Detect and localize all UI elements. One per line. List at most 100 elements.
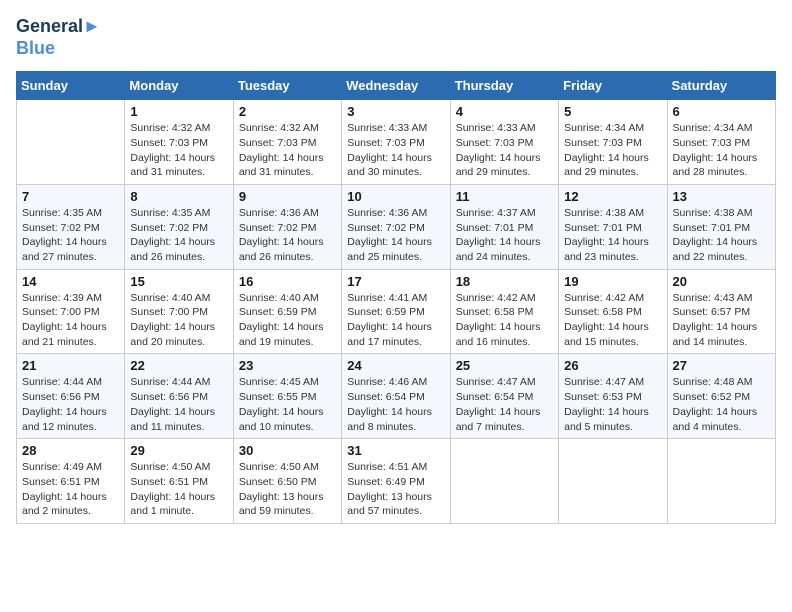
- day-number: 10: [347, 189, 444, 204]
- day-header-thursday: Thursday: [450, 72, 558, 100]
- calendar-cell: 18 Sunrise: 4:42 AM Sunset: 6:58 PM Dayli…: [450, 269, 558, 354]
- calendar-cell: 7 Sunrise: 4:35 AM Sunset: 7:02 PM Daylig…: [17, 184, 125, 269]
- day-number: 31: [347, 443, 444, 458]
- calendar-cell: 2 Sunrise: 4:32 AM Sunset: 7:03 PM Daylig…: [233, 100, 341, 185]
- day-number: 20: [673, 274, 770, 289]
- week-row-3: 14Sunrise: 4:39 AM Sunset: 7:00 PM Dayli…: [17, 269, 776, 354]
- day-number: 7: [22, 189, 119, 204]
- day-info: Sunrise: 4:32 AM Sunset: 7:03 PM Dayligh…: [130, 121, 227, 180]
- calendar-cell: 28 Sunrise: 4:49 AM Sunset: 6:51 PM Dayli…: [17, 439, 125, 524]
- calendar-table: SundayMondayTuesdayWednesdayThursdayFrid…: [16, 71, 776, 524]
- logo-subtext: Blue: [16, 38, 101, 60]
- calendar-cell: 21 Sunrise: 4:44 AM Sunset: 6:56 PM Dayli…: [17, 354, 125, 439]
- day-number: 23: [239, 358, 336, 373]
- day-header-friday: Friday: [559, 72, 667, 100]
- day-number: 11: [456, 189, 553, 204]
- calendar-cell: [559, 439, 667, 524]
- day-info: Sunrise: 4:40 AM Sunset: 7:00 PM Dayligh…: [130, 291, 227, 350]
- day-info: Sunrise: 4:49 AM Sunset: 6:51 PM Dayligh…: [22, 460, 119, 519]
- calendar-cell: 10Sunrise: 4:36 AM Sunset: 7:02 PM Dayli…: [342, 184, 450, 269]
- day-info: Sunrise: 4:35 AM Sunset: 7:02 PM Dayligh…: [130, 206, 227, 265]
- calendar-cell: 6Sunrise: 4:34 AM Sunset: 7:03 PM Daylig…: [667, 100, 775, 185]
- day-number: 30: [239, 443, 336, 458]
- day-number: 29: [130, 443, 227, 458]
- day-info: Sunrise: 4:42 AM Sunset: 6:58 PM Dayligh…: [564, 291, 661, 350]
- day-header-sunday: Sunday: [17, 72, 125, 100]
- day-info: Sunrise: 4:44 AM Sunset: 6:56 PM Dayligh…: [22, 375, 119, 434]
- day-info: Sunrise: 4:43 AM Sunset: 6:57 PM Dayligh…: [673, 291, 770, 350]
- day-number: 21: [22, 358, 119, 373]
- day-info: Sunrise: 4:33 AM Sunset: 7:03 PM Dayligh…: [347, 121, 444, 180]
- day-info: Sunrise: 4:46 AM Sunset: 6:54 PM Dayligh…: [347, 375, 444, 434]
- day-info: Sunrise: 4:42 AM Sunset: 6:58 PM Dayligh…: [456, 291, 553, 350]
- logo-text: General►: [16, 16, 101, 38]
- calendar-cell: 11 Sunrise: 4:37 AM Sunset: 7:01 PM Dayli…: [450, 184, 558, 269]
- calendar-cell: 8 Sunrise: 4:35 AM Sunset: 7:02 PM Daylig…: [125, 184, 233, 269]
- day-info: Sunrise: 4:37 AM Sunset: 7:01 PM Dayligh…: [456, 206, 553, 265]
- day-info: Sunrise: 4:44 AM Sunset: 6:56 PM Dayligh…: [130, 375, 227, 434]
- calendar-cell: 17Sunrise: 4:41 AM Sunset: 6:59 PM Dayli…: [342, 269, 450, 354]
- day-info: Sunrise: 4:50 AM Sunset: 6:50 PM Dayligh…: [239, 460, 336, 519]
- day-info: Sunrise: 4:35 AM Sunset: 7:02 PM Dayligh…: [22, 206, 119, 265]
- day-number: 19: [564, 274, 661, 289]
- day-number: 1: [130, 104, 227, 119]
- day-header-tuesday: Tuesday: [233, 72, 341, 100]
- day-number: 22: [130, 358, 227, 373]
- day-number: 3: [347, 104, 444, 119]
- day-info: Sunrise: 4:50 AM Sunset: 6:51 PM Dayligh…: [130, 460, 227, 519]
- calendar-cell: 22 Sunrise: 4:44 AM Sunset: 6:56 PM Dayli…: [125, 354, 233, 439]
- calendar-cell: 29 Sunrise: 4:50 AM Sunset: 6:51 PM Dayli…: [125, 439, 233, 524]
- day-number: 8: [130, 189, 227, 204]
- day-number: 26: [564, 358, 661, 373]
- calendar-cell: 20 Sunrise: 4:43 AM Sunset: 6:57 PM Dayli…: [667, 269, 775, 354]
- day-number: 2: [239, 104, 336, 119]
- day-number: 17: [347, 274, 444, 289]
- calendar-cell: 16 Sunrise: 4:40 AM Sunset: 6:59 PM Dayli…: [233, 269, 341, 354]
- day-info: Sunrise: 4:38 AM Sunset: 7:01 PM Dayligh…: [673, 206, 770, 265]
- calendar-cell: 27 Sunrise: 4:48 AM Sunset: 6:52 PM Dayli…: [667, 354, 775, 439]
- week-row-1: 1 Sunrise: 4:32 AM Sunset: 7:03 PM Daylig…: [17, 100, 776, 185]
- day-number: 27: [673, 358, 770, 373]
- calendar-cell: 19 Sunrise: 4:42 AM Sunset: 6:58 PM Dayli…: [559, 269, 667, 354]
- day-info: Sunrise: 4:47 AM Sunset: 6:53 PM Dayligh…: [564, 375, 661, 434]
- calendar-cell: 24Sunrise: 4:46 AM Sunset: 6:54 PM Dayli…: [342, 354, 450, 439]
- day-info: Sunrise: 4:33 AM Sunset: 7:03 PM Dayligh…: [456, 121, 553, 180]
- day-number: 4: [456, 104, 553, 119]
- calendar-cell: 4 Sunrise: 4:33 AM Sunset: 7:03 PM Daylig…: [450, 100, 558, 185]
- week-row-5: 28 Sunrise: 4:49 AM Sunset: 6:51 PM Dayli…: [17, 439, 776, 524]
- day-number: 25: [456, 358, 553, 373]
- page-header: General► Blue: [16, 16, 776, 59]
- calendar-cell: 25Sunrise: 4:47 AM Sunset: 6:54 PM Dayli…: [450, 354, 558, 439]
- calendar-cell: 12Sunrise: 4:38 AM Sunset: 7:01 PM Dayli…: [559, 184, 667, 269]
- day-info: Sunrise: 4:36 AM Sunset: 7:02 PM Dayligh…: [239, 206, 336, 265]
- calendar-cell: [17, 100, 125, 185]
- logo: General► Blue: [16, 16, 101, 59]
- day-header-saturday: Saturday: [667, 72, 775, 100]
- day-number: 5: [564, 104, 661, 119]
- calendar-cell: 3 Sunrise: 4:33 AM Sunset: 7:03 PM Daylig…: [342, 100, 450, 185]
- day-number: 28: [22, 443, 119, 458]
- day-info: Sunrise: 4:48 AM Sunset: 6:52 PM Dayligh…: [673, 375, 770, 434]
- calendar-cell: [450, 439, 558, 524]
- day-info: Sunrise: 4:32 AM Sunset: 7:03 PM Dayligh…: [239, 121, 336, 180]
- day-number: 6: [673, 104, 770, 119]
- week-row-2: 7 Sunrise: 4:35 AM Sunset: 7:02 PM Daylig…: [17, 184, 776, 269]
- calendar-cell: 15 Sunrise: 4:40 AM Sunset: 7:00 PM Dayli…: [125, 269, 233, 354]
- days-header-row: SundayMondayTuesdayWednesdayThursdayFrid…: [17, 72, 776, 100]
- day-info: Sunrise: 4:40 AM Sunset: 6:59 PM Dayligh…: [239, 291, 336, 350]
- day-number: 14: [22, 274, 119, 289]
- calendar-cell: 23 Sunrise: 4:45 AM Sunset: 6:55 PM Dayli…: [233, 354, 341, 439]
- week-row-4: 21 Sunrise: 4:44 AM Sunset: 6:56 PM Dayli…: [17, 354, 776, 439]
- day-number: 13: [673, 189, 770, 204]
- calendar-cell: 1 Sunrise: 4:32 AM Sunset: 7:03 PM Daylig…: [125, 100, 233, 185]
- day-number: 16: [239, 274, 336, 289]
- day-header-monday: Monday: [125, 72, 233, 100]
- day-number: 15: [130, 274, 227, 289]
- calendar-cell: 9Sunrise: 4:36 AM Sunset: 7:02 PM Daylig…: [233, 184, 341, 269]
- calendar-cell: 30 Sunrise: 4:50 AM Sunset: 6:50 PM Dayli…: [233, 439, 341, 524]
- day-number: 18: [456, 274, 553, 289]
- day-info: Sunrise: 4:45 AM Sunset: 6:55 PM Dayligh…: [239, 375, 336, 434]
- calendar-cell: 13 Sunrise: 4:38 AM Sunset: 7:01 PM Dayli…: [667, 184, 775, 269]
- calendar-cell: 5 Sunrise: 4:34 AM Sunset: 7:03 PM Daylig…: [559, 100, 667, 185]
- day-info: Sunrise: 4:34 AM Sunset: 7:03 PM Dayligh…: [564, 121, 661, 180]
